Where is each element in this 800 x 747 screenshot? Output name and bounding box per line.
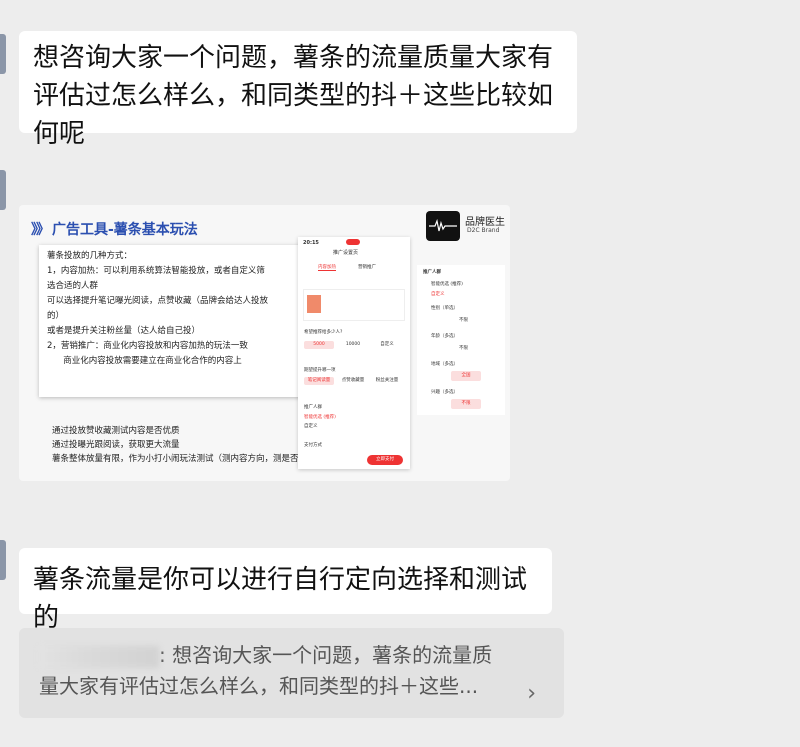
- avatar[interactable]: [0, 34, 6, 74]
- message-bubble-reply[interactable]: 薯条流量是你可以进行自行定向选择和测试的: [19, 548, 552, 633]
- brand-name: 品牌医生: [465, 217, 505, 228]
- product-thumbnail: [307, 295, 321, 313]
- status-pill: [346, 239, 360, 245]
- slide-notes: 通过投放赞收藏测试内容是否优质 通过投曝光跟阅读，获取更大流量 薯条整体放量有限…: [52, 426, 325, 464]
- pay-button: 立即支付: [367, 455, 403, 465]
- chevron-right-icon[interactable]: ›: [527, 678, 536, 709]
- redacted-name: [39, 645, 159, 668]
- audience-panel: 推广人群 智能优选 (推荐) 自定义 性别（单选） 不限 年龄（多选） 不限 地…: [417, 265, 505, 415]
- brand-logo: [426, 211, 460, 241]
- quoted-message[interactable]: : 想咨询大家一个问题，薯条的流量质 量大家有评估过怎么样么，和同类型的抖＋这些…: [19, 628, 564, 718]
- image-message[interactable]: 》》 广告工具-薯条基本玩法 品牌医生 D2C Brand 薯条投放的几种方式： …: [19, 205, 510, 481]
- avatar[interactable]: [0, 540, 6, 580]
- phone-screenshot: 20:15 推广设置页 内容加热 营销推广 希望推荐给多少人? 5000 100…: [298, 237, 410, 469]
- message-bubble-question[interactable]: 想咨询大家一个问题，薯条的流量质量大家有评估过怎么样么，和同类型的抖＋这些比较如…: [19, 31, 577, 149]
- message-text: 想咨询大家一个问题，薯条的流量质量大家有评估过怎么样么，和同类型的抖＋这些比较如…: [33, 43, 554, 149]
- product-card: [303, 289, 405, 321]
- avatar[interactable]: [0, 170, 6, 210]
- message-text: 薯条流量是你可以进行自行定向选择和测试的: [33, 565, 528, 633]
- slide-title: 》》 广告工具-薯条基本玩法: [31, 222, 198, 238]
- brand-subtitle: D2C Brand: [467, 227, 500, 234]
- slide-text-card: 薯条投放的几种方式： 1，内容加热：可以利用系统算法智能投放，或者自定义筛 选合…: [39, 245, 309, 397]
